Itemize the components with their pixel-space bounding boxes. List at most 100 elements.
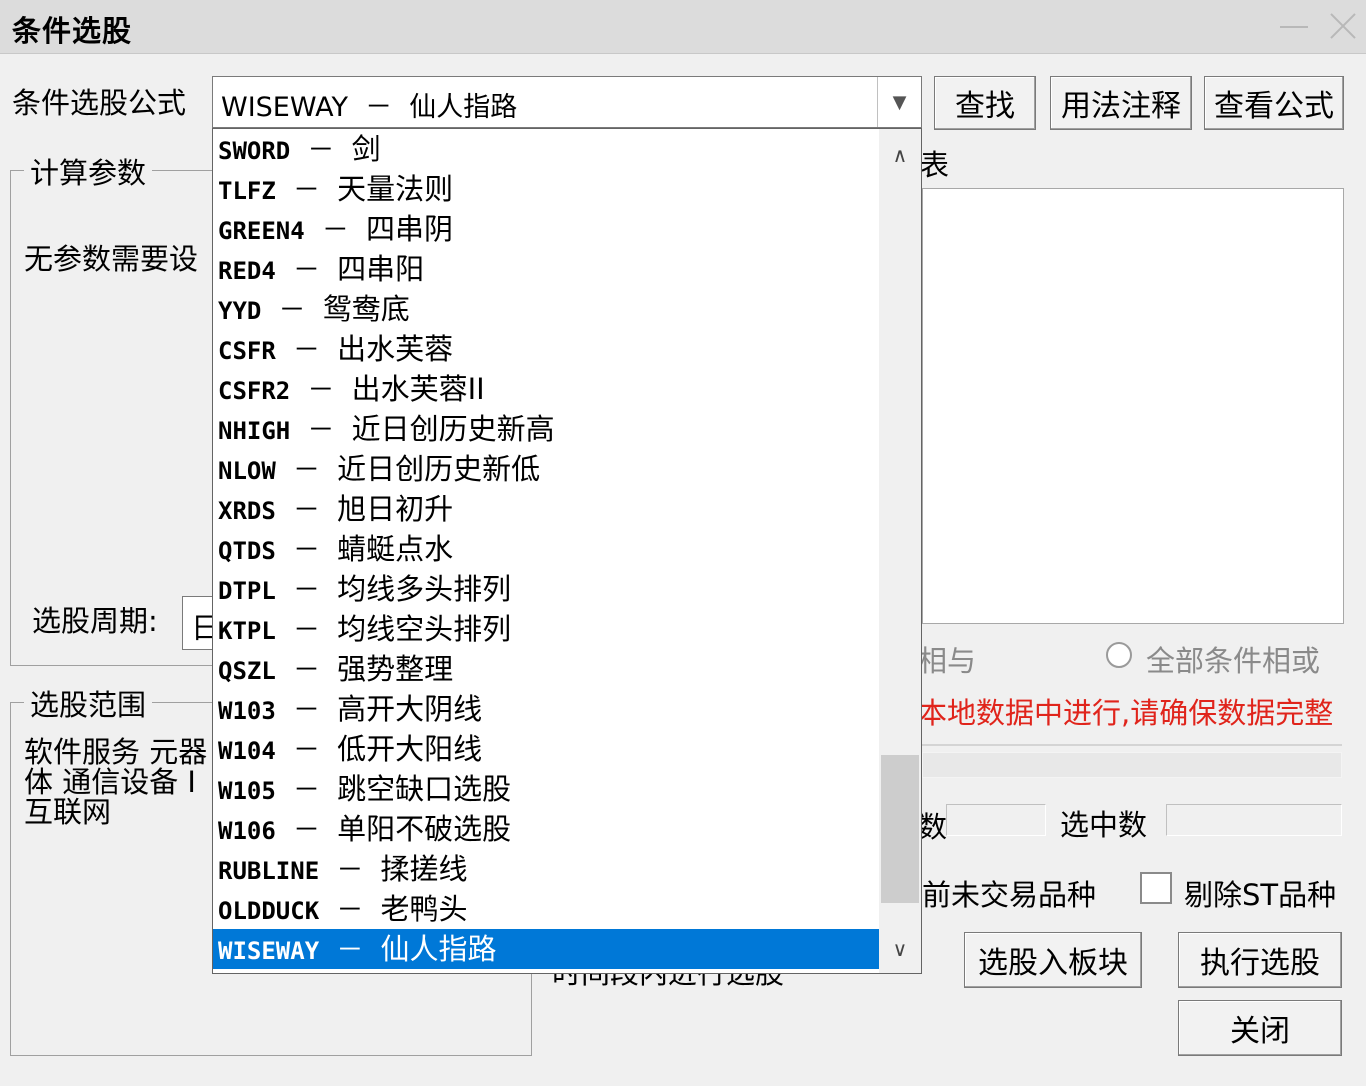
dropdown-item-name: 旭日初升 [337,492,454,526]
dropdown-item-separator: － [275,455,338,486]
dropdown-item-separator: － [275,735,338,766]
dropdown-item-separator: － [290,375,352,406]
dropdown-item-xrds[interactable]: XRDS － 旭日初升 [213,489,879,529]
dropdown-scrollbar[interactable]: ∧ ∨ [879,129,921,973]
conditions-label-fragment: 表 [920,148,950,182]
no-params-text: 无参数需要设 [24,242,199,276]
dropdown-item-separator: － [275,175,338,206]
execute-button[interactable]: 执行选股 [1178,932,1342,988]
dropdown-item-name: 跳空缺口选股 [337,772,512,806]
scope-line-1: 软件服务 元器 [24,735,208,769]
dropdown-item-separator: － [275,655,338,686]
dropdown-item-code: RED4 [218,257,276,285]
dropdown-item-code: YYD [218,297,262,325]
title-bar: 条件选股 [0,0,1366,54]
radio-and-label: 相与 [918,644,977,678]
dropdown-item-name: 老鸭头 [380,892,468,926]
dropdown-item-ktpl[interactable]: KTPL － 均线空头排列 [213,609,879,649]
untraded-label: 前未交易品种 [922,878,1097,912]
dropdown-item-code: QTDS [218,537,276,565]
dropdown-item-csfr2[interactable]: CSFR2 － 出水芙蓉II [213,369,879,409]
scope-line-2: 体 通信设备 I [24,765,196,799]
chevron-down-icon[interactable]: ∨ [879,929,921,969]
divider [922,744,1342,746]
dropdown-item-code: CSFR2 [218,377,291,405]
formula-selected-value: WISEWAY － 仙人指路 [221,92,518,123]
progress-bar [922,752,1342,778]
dropdown-item-code: CSFR [218,337,276,365]
dropdown-item-separator: － [319,895,381,926]
dropdown-item-code: NHIGH [218,417,291,445]
dropdown-item-name: 均线空头排列 [337,612,512,646]
dropdown-item-code: NLOW [218,457,276,485]
dropdown-item-w103[interactable]: W103 － 高开大阴线 [213,689,879,729]
dropdown-item-nhigh[interactable]: NHIGH － 近日创历史新高 [213,409,879,449]
dropdown-item-separator: － [319,935,381,966]
dropdown-item-separator: － [319,855,381,886]
dropdown-item-name: 高开大阴线 [337,692,483,726]
dropdown-item-separator: － [275,535,338,566]
dropdown-item-separator: － [261,295,323,326]
dropdown-item-w104[interactable]: W104 － 低开大阳线 [213,729,879,769]
total-count-field [946,804,1046,836]
dropdown-item-rubline[interactable]: RUBLINE － 揉搓线 [213,849,879,889]
dropdown-item-qtds[interactable]: QTDS － 蜻蜓点水 [213,529,879,569]
dropdown-item-name: 单阳不破选股 [337,812,512,846]
dropdown-item-oldduck[interactable]: OLDDUCK － 老鸭头 [213,889,879,929]
radio-or-label: 全部条件相或 [1146,644,1321,678]
exclude-st-checkbox[interactable] [1140,872,1172,904]
chevron-down-icon[interactable]: ▼ [877,77,921,127]
dropdown-item-wiseway[interactable]: WISEWAY － 仙人指路 [213,929,879,969]
usage-button[interactable]: 用法注释 [1050,76,1192,130]
dropdown-item-name: 天量法则 [337,172,454,206]
dropdown-item-code: RUBLINE [218,857,320,885]
dropdown-item-code: W106 [218,817,276,845]
dropdown-item-name: 近日创历史新低 [337,452,541,486]
formula-dropdown-list[interactable]: SWORD － 剑 TLFZ － 天量法则 GREEN4 － 四串阴 RED4 － 四… [212,128,922,974]
dropdown-item-tlfz[interactable]: TLFZ － 天量法则 [213,169,879,209]
dropdown-item-csfr[interactable]: CSFR － 出水芙蓉 [213,329,879,369]
dropdown-item-sword[interactable]: SWORD － 剑 [213,129,879,169]
dropdown-item-green4[interactable]: GREEN4 － 四串阴 [213,209,879,249]
radio-or[interactable] [1106,642,1132,668]
view-formula-button[interactable]: 查看公式 [1204,76,1344,130]
add-to-block-button[interactable]: 选股入板块 [964,932,1142,988]
scrollbar-thumb[interactable] [881,755,919,903]
params-legend: 计算参数 [24,150,153,192]
period-label: 选股周期: [32,604,158,638]
dropdown-item-separator: － [275,335,338,366]
dropdown-item-code: KTPL [218,617,276,645]
find-button[interactable]: 查找 [934,76,1036,130]
formula-combobox[interactable]: WISEWAY － 仙人指路 ▼ [212,76,922,128]
dropdown-item-separator: － [290,135,352,166]
dropdown-item-separator: － [275,255,338,286]
total-count-label: 数 [918,810,948,844]
close-button[interactable]: 关闭 [1178,1000,1342,1056]
dropdown-item-separator: － [304,215,367,246]
dropdown-item-yyd[interactable]: YYD － 鸳鸯底 [213,289,879,329]
conditions-listbox[interactable] [922,188,1344,624]
dropdown-item-w106[interactable]: W106 － 单阳不破选股 [213,809,879,849]
dropdown-item-red4[interactable]: RED4 － 四串阳 [213,249,879,289]
dropdown-item-name: 仙人指路 [380,932,497,966]
dropdown-item-qszl[interactable]: QSZL － 强势整理 [213,649,879,689]
dropdown-item-name: 揉搓线 [380,852,468,886]
dropdown-item-code: W103 [218,697,276,725]
chevron-up-icon[interactable]: ∧ [879,135,921,175]
dropdown-item-code: SWORD [218,137,291,165]
dropdown-item-code: TLFZ [218,177,276,205]
dropdown-item-code: XRDS [218,497,276,525]
dropdown-item-w105[interactable]: W105 － 跳空缺口选股 [213,769,879,809]
dropdown-item-code: DTPL [218,577,276,605]
minimize-icon[interactable] [1276,10,1312,42]
dropdown-item-separator: － [275,615,338,646]
dropdown-item-dtpl[interactable]: DTPL － 均线多头排列 [213,569,879,609]
dropdown-item-nlow[interactable]: NLOW － 近日创历史新低 [213,449,879,489]
dropdown-item-name: 蜻蜓点水 [337,532,454,566]
dropdown-item-separator: － [275,575,338,606]
dropdown-item-name: 出水芙蓉II [351,372,485,406]
dropdown-item-code: GREEN4 [218,217,305,245]
close-icon[interactable] [1324,10,1360,42]
dropdown-item-separator: － [290,415,352,446]
dropdown-item-name: 剑 [351,132,381,166]
